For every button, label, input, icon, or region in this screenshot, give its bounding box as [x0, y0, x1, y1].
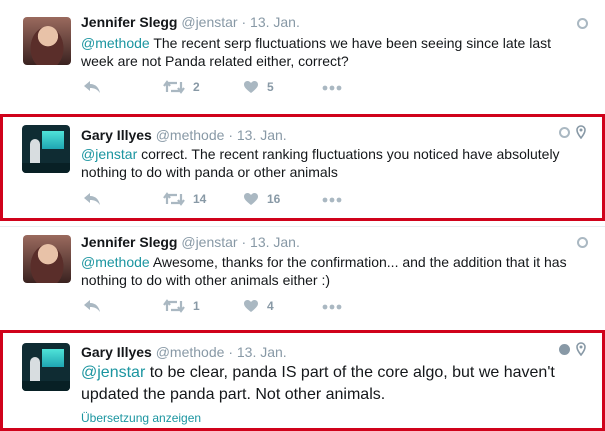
avatar[interactable]: [23, 235, 71, 283]
tweet-text: @methode The recent serp fluctuations we…: [81, 35, 552, 69]
tweet-1[interactable]: Jennifer Slegg @jenstar · 13. Jan. @meth…: [0, 0, 605, 112]
mention-link[interactable]: @jenstar: [81, 364, 145, 381]
tweet-date[interactable]: 13. Jan.: [250, 234, 300, 250]
like-button[interactable]: 5: [243, 80, 274, 94]
author-name[interactable]: Jennifer Slegg: [81, 234, 177, 250]
retweet-button[interactable]: 2: [163, 80, 200, 94]
reply-button[interactable]: [83, 192, 101, 206]
reply-button[interactable]: [83, 299, 101, 313]
location-pin-icon[interactable]: [576, 342, 586, 356]
retweet-icon: [163, 80, 185, 94]
retweet-count: 2: [193, 80, 200, 94]
separator-dot: ·: [241, 14, 247, 30]
avatar[interactable]: [22, 125, 70, 173]
like-icon: [244, 300, 258, 312]
like-icon: [244, 193, 258, 205]
reply-icon: [84, 300, 100, 312]
mention-link[interactable]: @jenstar: [81, 146, 137, 162]
tweet-date[interactable]: 13. Jan.: [237, 344, 287, 360]
globe-icon: [559, 343, 570, 355]
tweet-4[interactable]: Gary Illyes @methode · 13. Jan. @jenstar…: [0, 330, 605, 431]
more-button[interactable]: [322, 197, 342, 203]
retweet-button[interactable]: 1: [163, 299, 200, 313]
more-icon: [322, 85, 342, 91]
separator-dot: ·: [228, 344, 233, 360]
tweet-date[interactable]: 13. Jan.: [237, 127, 287, 143]
tweet-text: @jenstar correct. The recent ranking flu…: [81, 146, 560, 180]
reply-button[interactable]: [83, 80, 101, 94]
reply-icon: [84, 193, 100, 205]
retweet-count: 1: [193, 299, 200, 313]
like-count: 16: [267, 192, 281, 206]
retweet-icon: [163, 299, 185, 313]
tweet-text: @jenstar to be clear, panda IS part of t…: [81, 364, 555, 403]
like-button[interactable]: 4: [243, 299, 274, 313]
separator-dot: ·: [241, 234, 247, 250]
author-handle[interactable]: @jenstar: [181, 14, 237, 30]
globe-icon: [577, 18, 588, 29]
like-count: 5: [267, 80, 274, 94]
mention-link[interactable]: @methode: [81, 35, 150, 51]
avatar[interactable]: [23, 17, 71, 65]
author-name[interactable]: Gary Illyes: [81, 127, 152, 143]
retweet-button[interactable]: 14: [163, 192, 206, 206]
more-button[interactable]: [322, 304, 342, 310]
author-name[interactable]: Jennifer Slegg: [81, 14, 177, 30]
like-count: 4: [267, 299, 274, 313]
author-handle[interactable]: @methode: [156, 344, 225, 360]
more-button[interactable]: [322, 85, 342, 91]
separator-dot: ·: [228, 127, 233, 143]
globe-icon: [577, 237, 588, 248]
tweet-2[interactable]: Gary Illyes @methode · 13. Jan. @jenstar…: [0, 114, 605, 221]
author-handle[interactable]: @methode: [156, 127, 225, 143]
author-name[interactable]: Gary Illyes: [81, 344, 152, 360]
retweet-count: 14: [193, 192, 207, 206]
more-icon: [322, 304, 342, 310]
tweet-3[interactable]: Jennifer Slegg @jenstar · 13. Jan. @meth…: [0, 227, 605, 325]
more-icon: [322, 197, 342, 203]
tweet-date[interactable]: 13. Jan.: [250, 14, 300, 30]
retweet-icon: [163, 192, 185, 206]
tweet-text: @methode Awesome, thanks for the confirm…: [81, 254, 567, 288]
globe-icon: [559, 126, 570, 138]
translate-link[interactable]: Übersetzung anzeigen: [81, 411, 201, 425]
reply-icon: [84, 81, 100, 93]
location-pin-icon[interactable]: [576, 125, 586, 139]
mention-link[interactable]: @methode: [81, 254, 150, 270]
author-handle[interactable]: @jenstar: [181, 234, 237, 250]
like-icon: [244, 81, 258, 93]
avatar[interactable]: [22, 343, 70, 391]
like-button[interactable]: 16: [243, 192, 280, 206]
